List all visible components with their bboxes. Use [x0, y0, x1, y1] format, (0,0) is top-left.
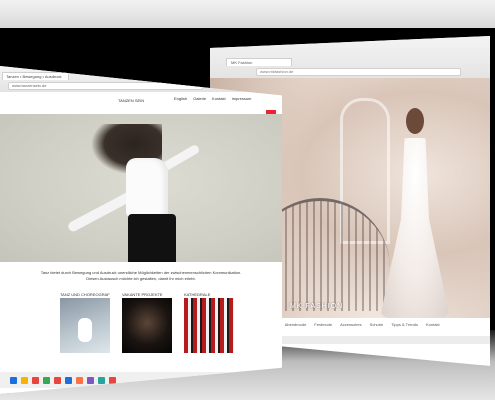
top-backdrop [0, 0, 495, 28]
project-cards: TANZ UND CHOREOGRAFIE VAKANTE PROJEKTE K… [60, 292, 234, 353]
project-card[interactable]: KATHEDRALE [184, 292, 234, 353]
browser-tab[interactable]: Tanzen • Bewegung • Ausdruck [2, 72, 69, 80]
browser-tab[interactable]: MK Fashion [226, 58, 292, 66]
intro-text: Tanz bietet durch Bewegung und Ausdruck … [40, 270, 242, 275]
wedding-dress [380, 138, 450, 318]
card-image[interactable] [122, 298, 172, 353]
intro-text: Diesen Austausch möchte ich gestalten, d… [86, 276, 196, 281]
card-image[interactable] [60, 298, 110, 353]
app-icon[interactable] [54, 376, 61, 384]
browser-chrome: MK Fashion www.mkfashion.de [210, 36, 490, 78]
header-link[interactable]: Galerie [193, 96, 206, 101]
browser-icon[interactable] [32, 376, 39, 384]
site-title[interactable]: TANZEN SEIN [118, 98, 144, 103]
card-image[interactable] [184, 298, 234, 353]
app-icon[interactable] [109, 376, 116, 384]
address-bar[interactable]: www.mkfashion.de [256, 68, 461, 76]
app-icon[interactable] [76, 376, 83, 384]
header-link[interactable]: English [174, 96, 187, 101]
project-card[interactable]: TANZ UND CHOREOGRAFIE [60, 292, 110, 353]
site-logo[interactable]: MK FASHION [290, 303, 343, 310]
app-icon[interactable] [65, 376, 72, 384]
browser-window-left: Tanzen • Bewegung • Ausdruck www.tanzens… [0, 66, 282, 394]
app-icon[interactable] [98, 376, 105, 384]
app-icon[interactable] [43, 376, 50, 384]
header-link[interactable]: Impressum [232, 96, 252, 101]
dancer-pants [128, 214, 176, 262]
folder-icon[interactable] [21, 376, 28, 384]
header-link[interactable]: Kontakt [212, 96, 226, 101]
project-card[interactable]: VAKANTE PROJEKTE [122, 292, 172, 353]
dancer-shirt [126, 158, 168, 218]
app-icon[interactable] [87, 376, 94, 384]
start-icon[interactable] [10, 376, 17, 384]
model-head [406, 108, 424, 134]
address-bar[interactable]: www.tanzensein.de [8, 82, 203, 90]
header-links: English Galerie Kontakt Impressum [174, 96, 251, 101]
